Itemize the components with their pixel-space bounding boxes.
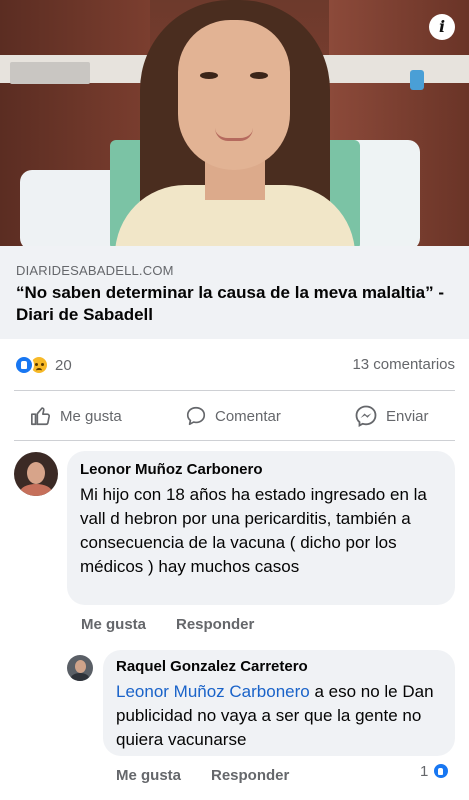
like-icon — [14, 355, 34, 375]
reply-like-button[interactable]: Me gusta — [116, 767, 181, 784]
comment-reply-button[interactable]: Responder — [176, 616, 254, 633]
avatar-body — [71, 673, 89, 681]
avatar-face — [75, 660, 86, 673]
comment-author[interactable]: Leonor Muñoz Carbonero — [80, 461, 263, 478]
divider — [14, 390, 455, 391]
comment-icon — [186, 406, 206, 426]
comment-button[interactable]: Comentar — [185, 398, 281, 434]
reaction-count: 20 — [55, 356, 72, 374]
avatar-body — [20, 484, 52, 496]
like-button-label: Me gusta — [60, 407, 122, 425]
avatar[interactable] — [14, 452, 58, 496]
reply-mention[interactable]: Leonor Muñoz Carbonero — [116, 682, 310, 701]
comment-text: Mi hijo con 18 años ha estado ingresado … — [80, 485, 427, 576]
image-wall-panel — [10, 62, 90, 84]
image-person-eye — [250, 72, 268, 79]
messenger-icon — [355, 405, 377, 428]
send-button[interactable]: Enviar — [354, 398, 429, 434]
avatar-face — [27, 462, 45, 484]
like-icon — [432, 762, 451, 780]
thumbs-up-icon — [31, 407, 51, 426]
image-person-face — [178, 20, 290, 170]
article-image[interactable] — [0, 0, 469, 246]
reply-reaction-count: 1 — [420, 762, 429, 780]
comment-button-label: Comentar — [215, 407, 281, 425]
reactions-summary[interactable]: 20 — [14, 354, 72, 376]
like-button[interactable]: Me gusta — [30, 398, 122, 434]
image-equipment — [410, 70, 424, 90]
reply-text: Leonor Muñoz Carbonero a eso no le Dan p… — [116, 680, 448, 752]
reply-author[interactable]: Raquel Gonzalez Carretero — [116, 658, 308, 675]
comments-count[interactable]: 13 comentarios — [352, 356, 455, 373]
send-button-label: Enviar — [386, 407, 429, 425]
reply-reply-button[interactable]: Responder — [211, 767, 289, 784]
info-icon[interactable]: i — [429, 14, 455, 40]
avatar[interactable] — [67, 655, 93, 681]
reply-reaction-badge[interactable]: 1 — [420, 762, 451, 780]
action-bar: Me gusta Comentar Enviar — [0, 398, 469, 434]
comment-like-button[interactable]: Me gusta — [81, 616, 146, 633]
divider — [14, 440, 455, 441]
link-title[interactable]: “No saben determinar la causa de la meva… — [16, 282, 456, 326]
image-person-eye — [200, 72, 218, 79]
link-domain: DIARIDESABADELL.COM — [16, 263, 174, 278]
